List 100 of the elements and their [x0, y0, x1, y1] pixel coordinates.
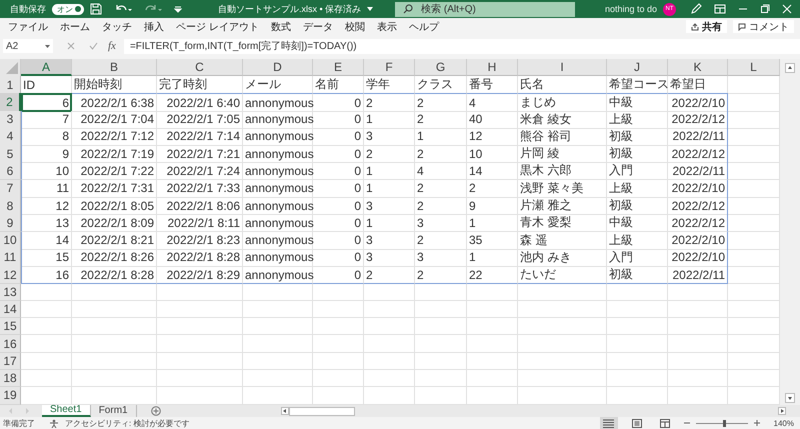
- table-cell: [364, 300, 415, 318]
- row-header[interactable]: 1: [0, 76, 21, 94]
- row-header[interactable]: 3: [0, 110, 21, 129]
- table-cell: 2022/2/12: [668, 110, 728, 129]
- ribbon-tab[interactable]: 校閲: [344, 20, 365, 34]
- table-cell: 4: [415, 162, 467, 180]
- table-cell: [668, 300, 728, 318]
- column-header[interactable]: I: [518, 59, 607, 76]
- row-header[interactable]: 15: [0, 318, 21, 336]
- table-cell: [415, 300, 467, 318]
- column-header[interactable]: K: [668, 59, 728, 76]
- table-cell: [243, 318, 313, 336]
- table-cell: 熊谷 裕司: [518, 128, 607, 146]
- normal-view-button[interactable]: [600, 417, 618, 429]
- share-button[interactable]: 共有: [686, 20, 727, 33]
- column-header[interactable]: G: [415, 59, 467, 76]
- table-cell: 米倉 綾女: [518, 110, 607, 129]
- column-header[interactable]: C: [157, 59, 243, 76]
- file-name[interactable]: 自動ソートサンプル.xlsx • 保存済み: [218, 2, 362, 16]
- scroll-left-icon[interactable]: [280, 407, 289, 415]
- column-header[interactable]: H: [467, 59, 518, 76]
- insert-function-button[interactable]: fx: [108, 40, 116, 52]
- row-header[interactable]: 8: [0, 197, 21, 216]
- vertical-scrollbar[interactable]: [780, 59, 800, 405]
- column-header[interactable]: J: [607, 59, 668, 76]
- table-cell: [607, 284, 668, 301]
- row-header[interactable]: 13: [0, 284, 21, 301]
- table-cell: 上級: [607, 232, 668, 250]
- caret-icon[interactable]: [367, 7, 374, 11]
- ribbon-tab[interactable]: 表示: [376, 20, 397, 34]
- sheet-tab[interactable]: Sheet1: [42, 405, 91, 417]
- table-cell: [607, 352, 668, 370]
- row-header[interactable]: 6: [0, 162, 21, 180]
- table-cell: 2022/2/1 8:09: [72, 214, 157, 232]
- scroll-down-icon[interactable]: [785, 393, 795, 403]
- row-header[interactable]: 14: [0, 300, 21, 318]
- row-header[interactable]: 5: [0, 145, 21, 164]
- table-cell: 2022/2/1 8:26: [72, 248, 157, 267]
- row-header[interactable]: 4: [0, 128, 21, 146]
- name-box[interactable]: A2: [3, 39, 53, 53]
- add-sheet-icon[interactable]: [150, 406, 161, 416]
- table-cell: たいだ: [518, 266, 607, 284]
- ribbon-display-icon[interactable]: [714, 4, 726, 14]
- ribbon-tab[interactable]: 数式: [270, 20, 291, 34]
- row-header[interactable]: 19: [0, 387, 21, 405]
- scroll-thumb[interactable]: [288, 406, 355, 416]
- autosave-toggle[interactable]: オン: [52, 4, 84, 14]
- row-header[interactable]: 12: [0, 266, 21, 284]
- table-cell: 2022/2/1 7:21: [157, 145, 243, 164]
- column-header[interactable]: B: [72, 59, 157, 76]
- row-header[interactable]: 11: [0, 248, 21, 267]
- table-cell: 2022/2/1 8:28: [72, 266, 157, 284]
- table-cell: 2022/2/1 7:12: [72, 128, 157, 146]
- table-cell: [313, 370, 364, 388]
- table-cell: 2022/2/1 7:14: [157, 128, 243, 146]
- table-cell: 2022/2/1 7:31: [72, 180, 157, 198]
- zoom-in-icon[interactable]: [754, 420, 760, 426]
- table-cell: [313, 284, 364, 301]
- sheet-tab[interactable]: Form1: [90, 405, 137, 417]
- search-field[interactable]: 検索 (Alt+Q): [395, 2, 576, 16]
- ribbon-tab[interactable]: データ: [302, 20, 333, 34]
- row-header[interactable]: 16: [0, 335, 21, 353]
- ribbon-tab[interactable]: 挿入: [144, 20, 164, 34]
- column-header[interactable]: F: [364, 59, 415, 76]
- ribbon-tab[interactable]: ホーム: [60, 20, 90, 34]
- check-icon[interactable]: [89, 42, 98, 50]
- table-cell: 13: [21, 214, 72, 232]
- formula-field[interactable]: =FILTER(T_form,INT(T_form[完了時刻])=TODAY()): [124, 38, 800, 54]
- comment-button[interactable]: コメント: [733, 20, 794, 33]
- customize-icon[interactable]: [174, 5, 182, 13]
- ribbon-tab[interactable]: タッチ: [102, 20, 132, 34]
- ribbon-tab[interactable]: ページ レイアウト: [176, 20, 259, 34]
- table-cell: クラス: [415, 76, 467, 94]
- pen-icon[interactable]: [690, 3, 702, 15]
- search-icon: [403, 4, 414, 14]
- save-icon[interactable]: [90, 3, 102, 15]
- row-header[interactable]: 10: [0, 232, 21, 250]
- table-cell: 2022/2/10: [668, 232, 728, 250]
- table-cell: [467, 352, 518, 370]
- row-header[interactable]: 7: [0, 180, 21, 198]
- accessibility-status[interactable]: アクセシビリティ: 検討が必要です: [65, 418, 190, 428]
- column-header[interactable]: D: [243, 59, 313, 76]
- accessibility-icon[interactable]: [49, 418, 59, 428]
- column-header[interactable]: A: [21, 59, 72, 76]
- ribbon-tab[interactable]: ヘルプ: [408, 20, 439, 34]
- restore-icon[interactable]: [760, 4, 770, 14]
- row-header[interactable]: 2: [0, 93, 21, 112]
- zoom-level[interactable]: 140%: [774, 418, 794, 428]
- table-cell: 森 遥: [518, 232, 607, 250]
- ribbon-tab[interactable]: ファイル: [8, 20, 48, 34]
- table-cell: [467, 335, 518, 353]
- table-cell: 2: [364, 93, 415, 112]
- column-header[interactable]: E: [313, 59, 364, 76]
- row-header[interactable]: 18: [0, 370, 21, 388]
- scroll-up-icon[interactable]: [785, 63, 795, 73]
- row-header[interactable]: 9: [0, 214, 21, 232]
- row-header[interactable]: 17: [0, 352, 21, 370]
- close-icon[interactable]: [782, 4, 792, 14]
- zoom-out-icon[interactable]: [684, 420, 690, 426]
- scroll-right-icon[interactable]: [778, 407, 786, 415]
